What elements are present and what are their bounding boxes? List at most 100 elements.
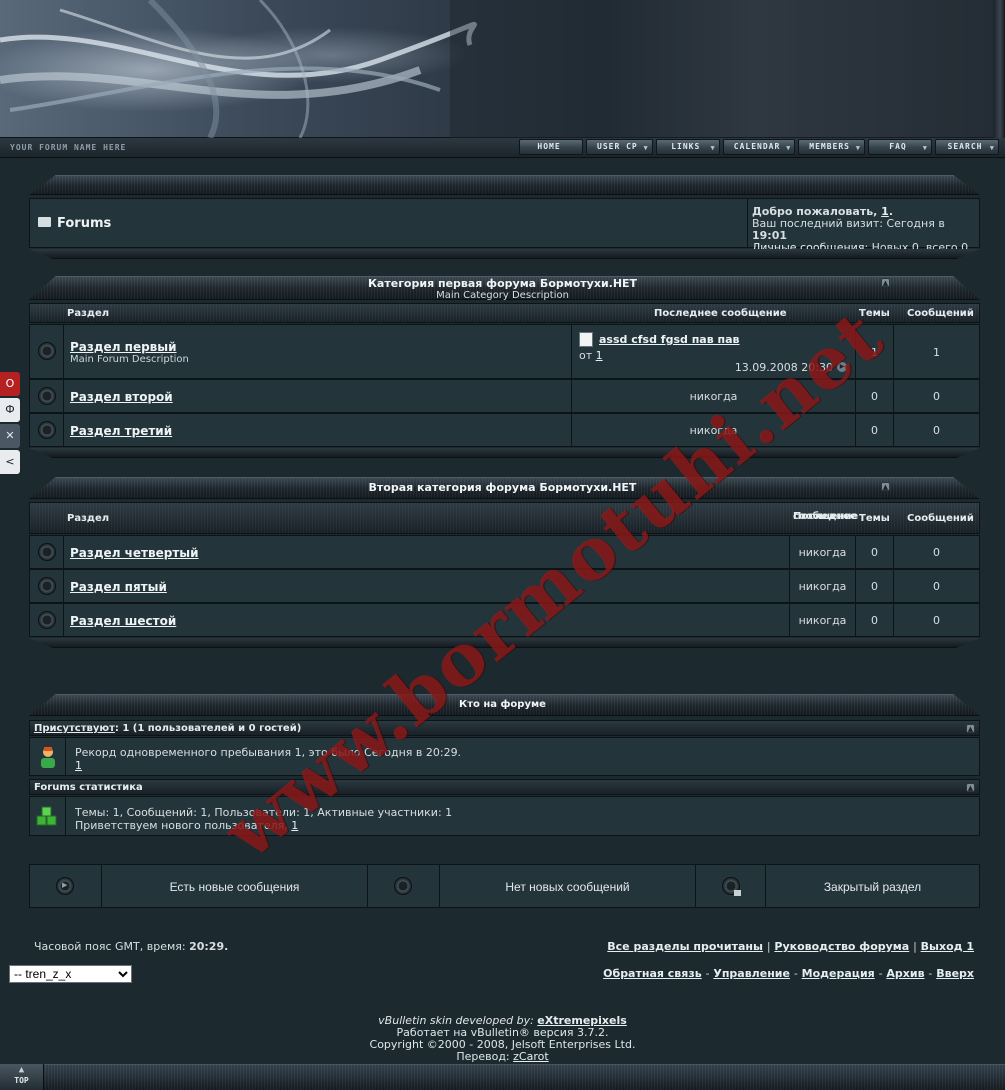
collapse-left-icon[interactable]: < bbox=[0, 450, 20, 474]
forum-status-icon bbox=[38, 577, 56, 595]
whos-online-title: Кто на форуме bbox=[459, 699, 546, 710]
forum-title-link[interactable]: Раздел третий bbox=[70, 424, 172, 438]
back-to-top-link[interactable]: Вверх bbox=[936, 967, 974, 980]
stats-text: Темы: 1, Сообщений: 1, Пользователи: 1, … bbox=[75, 806, 453, 819]
legend-new-posts: Есть новые сообщения bbox=[169, 880, 300, 894]
translator-link[interactable]: zCarot bbox=[513, 1050, 549, 1063]
nav-faq-button[interactable]: FAQ ▼ bbox=[868, 139, 932, 155]
last-post-title-link[interactable]: assd cfsd fgsd пав пав bbox=[599, 333, 740, 346]
forum-thread-count: 0 bbox=[871, 546, 878, 559]
online-collapse-icon[interactable]: ▲ bbox=[966, 724, 975, 733]
dropdown-icon: ▼ bbox=[855, 144, 861, 152]
stats-cubes-icon bbox=[36, 806, 57, 826]
goto-last-post-icon[interactable]: ▶ bbox=[837, 362, 847, 372]
dropdown-icon: ▼ bbox=[989, 144, 995, 152]
online-users-row: Рекорд одновременного пребывания 1, это … bbox=[29, 737, 980, 776]
footer-credits: vBulletin skin developed by: eXtremepixe… bbox=[369, 1014, 636, 1063]
stats-collapse-icon[interactable]: ▲ bbox=[966, 783, 975, 792]
logout-link[interactable]: Выход 1 bbox=[921, 940, 974, 953]
forum-description: Main Forum Description bbox=[70, 354, 189, 365]
forum-thread-count: 1 bbox=[871, 346, 878, 359]
category2-collapse-icon[interactable]: ▲ bbox=[881, 482, 890, 491]
nav-home-button[interactable]: HOME bbox=[519, 139, 584, 155]
new-user-welcome: Приветствуем нового пользователя, 1 bbox=[75, 819, 299, 832]
category2-column-headers: Раздел Последнее сообщение Темы Сообщени… bbox=[29, 502, 980, 534]
last-post-author: от 1 bbox=[579, 349, 603, 362]
wrench-icon[interactable]: ✕ bbox=[0, 424, 20, 448]
col-forum: Раздел bbox=[67, 513, 110, 524]
top-navbar: YOUR FORUM NAME HERE HOME USER CP ▼ LINKS… bbox=[0, 138, 1005, 158]
header-banner bbox=[0, 0, 1005, 138]
nav-usercp-button[interactable]: USER CP ▼ bbox=[586, 139, 653, 155]
forum-guide-link[interactable]: Руководство форума bbox=[774, 940, 909, 953]
welcome-bottom-bar bbox=[29, 249, 980, 259]
category1-collapse-icon[interactable]: ▲ bbox=[881, 278, 890, 287]
forum-title-link[interactable]: Раздел шестой bbox=[70, 614, 176, 628]
forum-thread-count: 0 bbox=[871, 424, 878, 437]
arrow-up-icon: ▲ bbox=[18, 1065, 25, 1075]
forum-thread-count: 0 bbox=[871, 580, 878, 593]
side-widget-text-icon[interactable]: Ф bbox=[0, 398, 20, 422]
welcome-info: Добро пожаловать, 1. Ваш последний визит… bbox=[752, 205, 972, 254]
top-button[interactable]: ▲ TOP bbox=[0, 1064, 44, 1090]
moderation-link[interactable]: Модерация bbox=[802, 967, 875, 980]
forum-post-count: 0 bbox=[933, 390, 940, 403]
col-threads: Темы bbox=[859, 513, 890, 524]
col-forum: Раздел bbox=[67, 308, 110, 319]
nav-calendar-button[interactable]: CALENDAR ▼ bbox=[722, 139, 796, 155]
archive-link[interactable]: Архив bbox=[886, 967, 924, 980]
forum-status-icon bbox=[38, 342, 56, 360]
folder-icon bbox=[38, 217, 51, 227]
stats-subhead: Forums статистика ▲ bbox=[29, 779, 980, 795]
side-widgets: O Ф ✕ < bbox=[0, 372, 20, 476]
online-users-subhead: Присутствуют: 1 (1 пользователей и 0 гос… bbox=[29, 720, 980, 736]
contact-link[interactable]: Обратная связь bbox=[603, 967, 702, 980]
nav-search-button[interactable]: SEARCH ▼ bbox=[935, 139, 999, 155]
forum-title-link[interactable]: Раздел четвертый bbox=[70, 546, 199, 560]
admin-link[interactable]: Управление bbox=[713, 967, 790, 980]
category1-title[interactable]: Категория первая форума Бормотухи.НЕТ bbox=[0, 277, 1005, 290]
welcome-top-bar bbox=[29, 175, 980, 195]
header-artwork bbox=[0, 0, 993, 138]
online-record-text: Рекорд одновременного пребывания 1, это … bbox=[75, 746, 462, 759]
header-edge bbox=[993, 0, 1005, 138]
forum-status-icon bbox=[38, 421, 56, 439]
forum-title-link[interactable]: Раздел первый bbox=[70, 340, 177, 354]
dropdown-icon: ▼ bbox=[922, 144, 928, 152]
last-post-none: никогда bbox=[798, 614, 847, 627]
col-posts: Сообщений bbox=[907, 308, 974, 319]
forum-title-link[interactable]: Раздел пятый bbox=[70, 580, 167, 594]
status-legend: ▶ Есть новые сообщения Нет новых сообщен… bbox=[29, 864, 980, 908]
closed-forum-lock-icon bbox=[722, 877, 741, 896]
forum-title-link[interactable]: Раздел второй bbox=[70, 390, 173, 404]
footer-links-primary: Все разделы прочитаны | Руководство фору… bbox=[607, 940, 974, 953]
nav-links-button[interactable]: LINKS ▼ bbox=[655, 139, 720, 155]
online-user-link[interactable]: 1 bbox=[75, 759, 82, 772]
style-chooser-select[interactable]: -- tren_z_x bbox=[9, 965, 132, 983]
breadcrumb-forums[interactable]: Forums bbox=[57, 216, 111, 231]
forum-row: Раздел второй никогда 0 0 bbox=[29, 379, 980, 413]
dropdown-icon: ▼ bbox=[786, 144, 792, 152]
category1-description: Main Category Description bbox=[436, 290, 569, 301]
forum-row: Раздел первый Main Forum Description ass… bbox=[29, 324, 980, 379]
breadcrumb-cell: Forums bbox=[30, 199, 748, 247]
last-post-none: никогда bbox=[689, 390, 738, 403]
last-post-none: никогда bbox=[689, 424, 738, 437]
timezone-info: Часовой пояс GMT, время: 20:29. bbox=[34, 940, 229, 953]
last-post-none: никогда bbox=[798, 580, 847, 593]
new-user-link[interactable]: 1 bbox=[291, 819, 298, 832]
opera-icon[interactable]: O bbox=[0, 372, 20, 396]
last-post-date: 13.09.2008 20:30 bbox=[734, 361, 833, 374]
welcome-panel: Forums Добро пожаловать, 1. Ваш последни… bbox=[29, 198, 980, 254]
stats-row: Темы: 1, Сообщений: 1, Пользователи: 1, … bbox=[29, 796, 980, 836]
last-post-author-link[interactable]: 1 bbox=[596, 349, 603, 362]
forum-status-icon bbox=[38, 611, 56, 629]
category2-title[interactable]: Вторая категория форума Бормотухи.НЕТ bbox=[0, 481, 1005, 494]
mark-all-read-link[interactable]: Все разделы прочитаны bbox=[607, 940, 763, 953]
legend-closed: Закрытый раздел bbox=[823, 880, 922, 894]
forum-post-count: 0 bbox=[933, 580, 940, 593]
nav-members-button[interactable]: MEMBERS ▼ bbox=[798, 139, 865, 155]
category1-footer-bar bbox=[29, 448, 980, 458]
present-users-link[interactable]: Присутствуют bbox=[34, 723, 115, 734]
no-new-posts-icon bbox=[394, 877, 412, 895]
